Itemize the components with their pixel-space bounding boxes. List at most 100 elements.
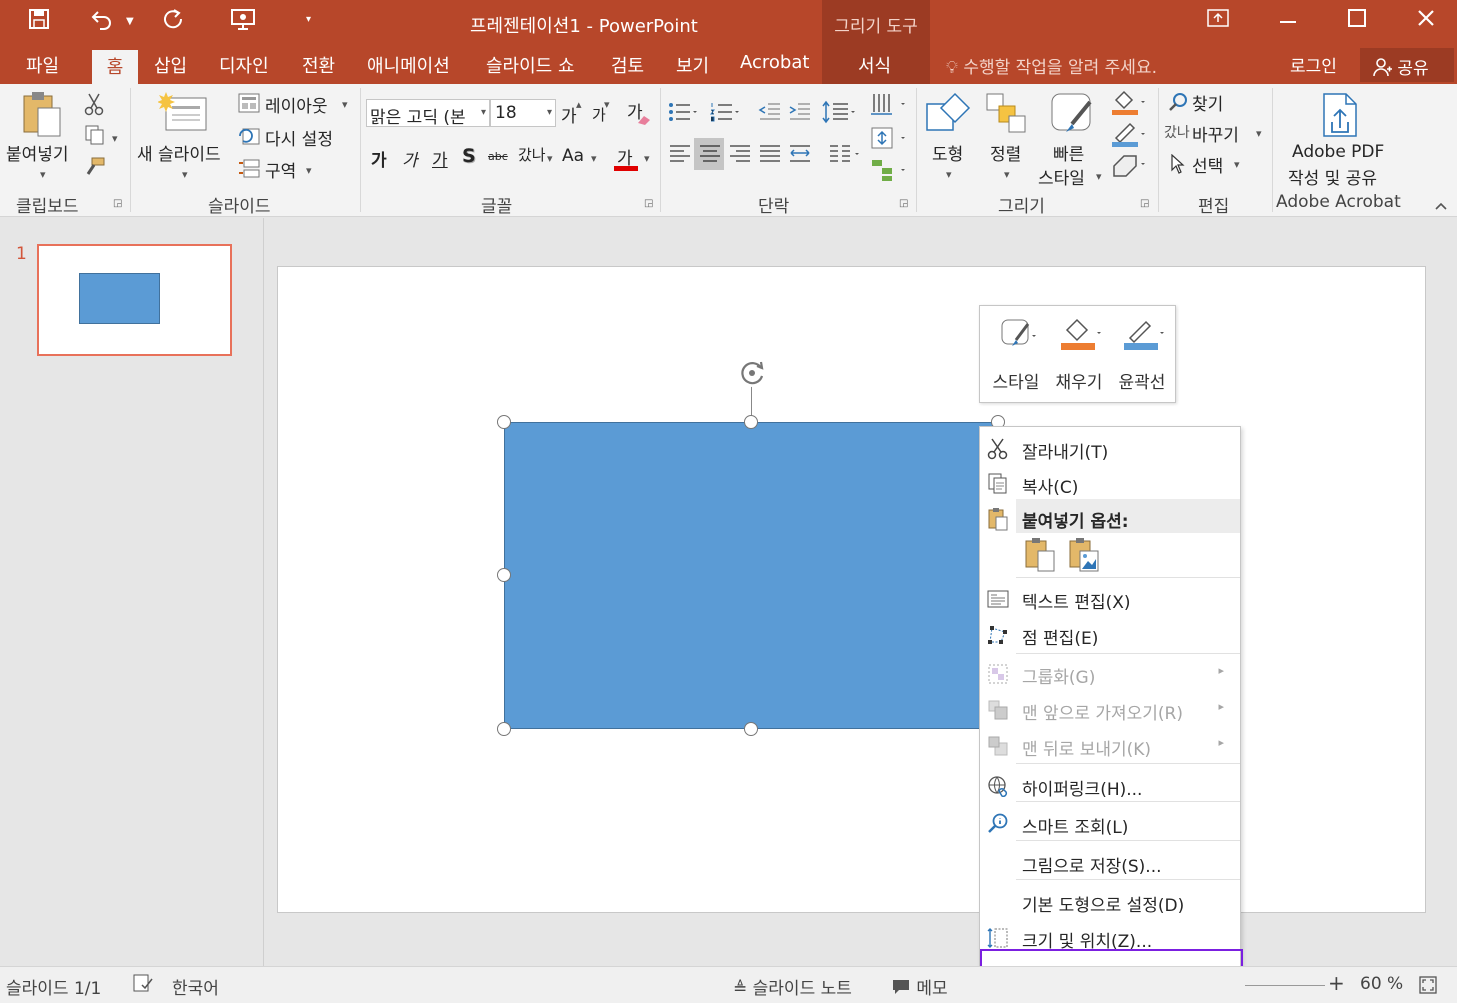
zoom-slider-track[interactable]	[1245, 985, 1325, 986]
char-spacing-button[interactable]: 갔나	[518, 144, 546, 165]
resize-handle-left[interactable]	[497, 568, 511, 582]
tab-design[interactable]: 디자인	[219, 52, 269, 78]
menu-item-copy[interactable]: 복사(C)	[980, 465, 1240, 501]
save-icon[interactable]	[28, 8, 50, 36]
tab-view[interactable]: 보기	[676, 52, 709, 78]
font-name-dropdown-icon[interactable]: ▾	[481, 107, 486, 118]
distributed-icon[interactable]	[788, 142, 812, 171]
menu-item-cut[interactable]: 잘라내기(T)	[980, 430, 1240, 466]
italic-button[interactable]: 가	[402, 146, 418, 171]
new-slide-dropdown-icon[interactable]: ▾	[182, 168, 188, 181]
decrease-indent-icon[interactable]	[758, 102, 782, 127]
menu-item-set-default-shape[interactable]: 기본 도형으로 설정(D)	[980, 883, 1240, 919]
zoom-level[interactable]: 60 %	[1360, 974, 1403, 994]
new-slide-button[interactable]: 새 슬라이드	[137, 140, 221, 165]
paste-as-picture-icon[interactable]	[1068, 537, 1100, 578]
shape-effects-icon[interactable]	[1110, 152, 1150, 183]
strikethrough-button[interactable]: abc	[488, 150, 508, 163]
clipboard-launcher-icon[interactable]: ◲	[113, 198, 122, 209]
notes-button[interactable]: ≜ 슬라이드 노트	[733, 974, 852, 999]
arrange-icon[interactable]	[985, 90, 1029, 143]
adobe-pdf-icon[interactable]	[1320, 92, 1360, 143]
shapes-icon[interactable]	[925, 90, 973, 143]
bold-button[interactable]: 가	[371, 146, 387, 171]
tab-transitions[interactable]: 전환	[302, 52, 335, 78]
layout-button[interactable]: 레이아웃	[265, 92, 328, 117]
grow-font-button[interactable]: 가	[561, 102, 577, 127]
maximize-icon[interactable]	[1347, 8, 1367, 34]
align-text-icon[interactable]	[870, 126, 910, 155]
share-button[interactable]: 공유	[1360, 48, 1454, 82]
font-size-box[interactable]: 18 ▾	[490, 99, 556, 127]
customize-qat-icon[interactable]: ▾	[306, 14, 311, 25]
paste-icon[interactable]	[20, 90, 64, 143]
tab-file[interactable]: 파일	[26, 52, 59, 78]
copy-icon[interactable]	[84, 124, 106, 151]
bullets-icon[interactable]	[668, 102, 698, 127]
rotate-handle-icon[interactable]	[735, 356, 769, 395]
cut-icon[interactable]	[84, 92, 104, 121]
create-pdf-line2[interactable]: 작성 및 공유	[1288, 164, 1377, 189]
paste-dropdown-icon[interactable]: ▾	[40, 168, 46, 181]
shape-outline-icon[interactable]	[1110, 122, 1150, 153]
menu-item-smart-lookup[interactable]: 스마트 조회(L)	[980, 805, 1240, 841]
arrange-button[interactable]: 정렬	[990, 140, 1021, 165]
char-spacing-dropdown-icon[interactable]: ▾	[547, 152, 553, 165]
reset-button[interactable]: 다시 설정	[265, 125, 333, 150]
align-center-icon[interactable]	[698, 142, 722, 171]
presentation-start-icon[interactable]	[230, 8, 256, 36]
quick-styles-line1[interactable]: 빠른	[1053, 140, 1084, 165]
undo-icon[interactable]	[90, 8, 114, 36]
paste-keep-source-icon[interactable]	[1024, 537, 1056, 578]
close-icon[interactable]	[1416, 8, 1436, 34]
tab-insert[interactable]: 삽입	[154, 52, 187, 78]
quick-styles-icon[interactable]	[1050, 90, 1098, 143]
fit-to-window-icon[interactable]	[1418, 975, 1438, 1000]
tab-format[interactable]: 서식	[858, 52, 891, 78]
shadow-button[interactable]: S	[462, 145, 476, 167]
font-color-dropdown-icon[interactable]: ▾	[644, 152, 650, 165]
layout-dropdown-icon[interactable]: ▾	[342, 98, 348, 111]
font-name-box[interactable]: 맑은 고딕 (본 ▾	[366, 99, 490, 128]
line-spacing-icon[interactable]	[822, 100, 858, 129]
resize-handle-top-left[interactable]	[497, 415, 511, 429]
new-slide-icon[interactable]	[157, 90, 208, 139]
underline-button[interactable]: 가	[432, 146, 448, 171]
replace-dropdown-icon[interactable]: ▾	[1256, 127, 1262, 140]
tell-me-box[interactable]: 💡︎ 수행할 작업을 알려 주세요.	[946, 53, 1157, 78]
menu-item-edit-text[interactable]: 텍스트 편집(X)	[980, 580, 1240, 616]
change-case-button[interactable]: Aa	[562, 146, 584, 166]
replace-button[interactable]: 바꾸기	[1192, 121, 1239, 146]
convert-smartart-icon[interactable]	[870, 158, 910, 187]
collapse-ribbon-icon[interactable]	[1434, 196, 1448, 216]
resize-handle-bottom[interactable]	[744, 722, 758, 736]
spell-check-icon[interactable]	[132, 973, 154, 998]
redo-icon[interactable]	[162, 8, 184, 36]
rectangle-shape[interactable]	[504, 422, 998, 729]
tab-slideshow[interactable]: 슬라이드 쇼	[486, 52, 575, 78]
menu-item-edit-points[interactable]: 점 편집(E)	[980, 616, 1240, 652]
slide-thumbnail[interactable]	[37, 244, 232, 356]
format-painter-icon[interactable]	[84, 156, 106, 183]
shapes-dropdown-icon[interactable]: ▾	[946, 168, 952, 181]
font-size-dropdown-icon[interactable]: ▾	[547, 107, 552, 118]
select-button[interactable]: 선택	[1192, 152, 1223, 177]
paragraph-launcher-icon[interactable]: ◲	[899, 198, 908, 209]
align-right-icon[interactable]	[728, 142, 752, 171]
columns-icon[interactable]	[828, 142, 864, 171]
comments-button[interactable]: 메모	[891, 974, 948, 999]
numbering-icon[interactable]	[710, 102, 740, 127]
tab-review[interactable]: 검토	[611, 52, 644, 78]
paste-button[interactable]: 붙여넣기	[6, 140, 69, 165]
shape-fill-icon[interactable]	[1110, 90, 1150, 121]
tab-home[interactable]: 홈	[92, 50, 138, 84]
undo-dropdown-icon[interactable]: ▼	[126, 16, 134, 27]
quick-styles-dropdown-icon[interactable]: ▾	[1096, 170, 1102, 183]
mini-fill-button[interactable]: 채우기	[1047, 312, 1109, 396]
quick-styles-line2[interactable]: 스타일	[1038, 164, 1085, 189]
tab-acrobat[interactable]: Acrobat	[740, 52, 809, 73]
arrange-dropdown-icon[interactable]: ▾	[1004, 168, 1010, 181]
justify-icon[interactable]	[758, 142, 782, 171]
language-indicator[interactable]: 한국어	[172, 974, 219, 999]
section-dropdown-icon[interactable]: ▾	[306, 164, 312, 177]
